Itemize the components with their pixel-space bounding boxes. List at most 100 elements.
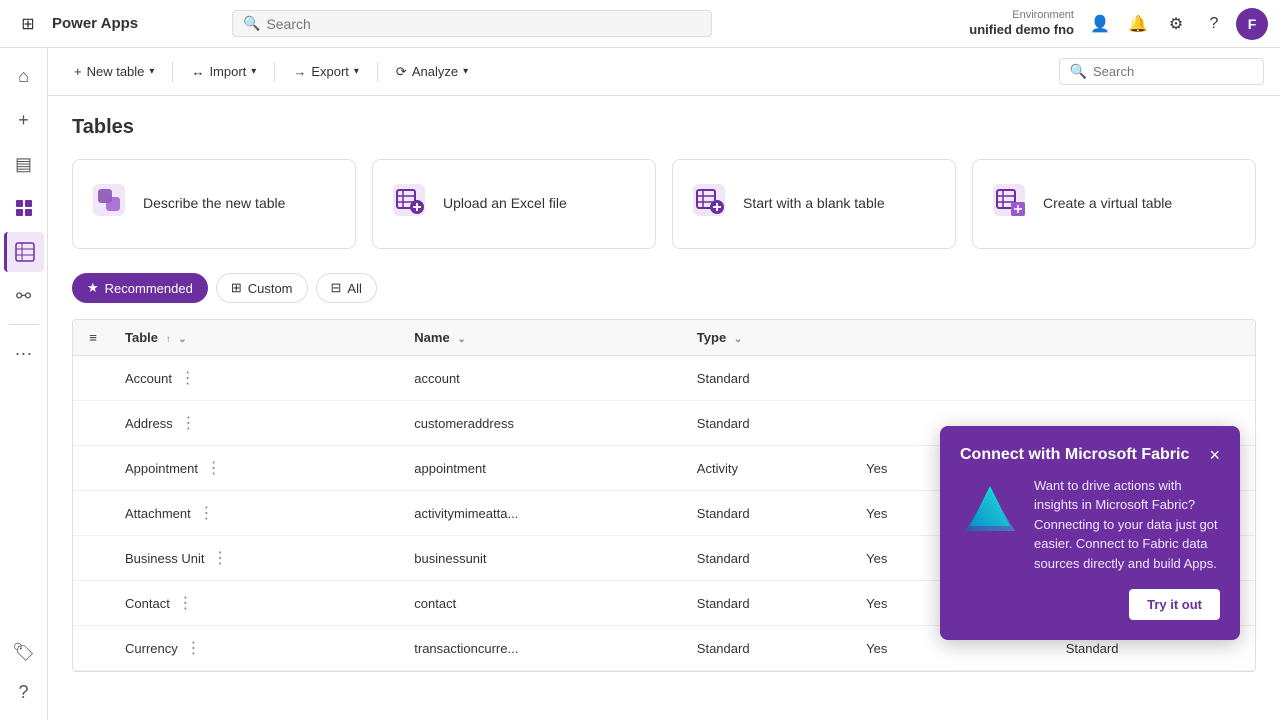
row-table-name: Account ⋮ [113, 356, 402, 401]
new-table-chevron: ▾ [149, 66, 154, 77]
import-icon: ↔ [191, 64, 204, 79]
settings-icon[interactable]: ⚙ [1160, 8, 1192, 40]
export-icon: → [293, 64, 306, 79]
plus-icon: + [74, 64, 82, 79]
sidebar-bottom: 🏷 ? [4, 632, 44, 712]
sidebar-item-home[interactable]: ⌂ [4, 56, 44, 96]
upload-card-label: Upload an Excel file [443, 194, 567, 214]
row-checkbox [73, 356, 113, 401]
export-chevron: ▾ [354, 66, 359, 77]
th-col6 [1054, 320, 1255, 356]
row-menu-button[interactable]: ⋮ [194, 501, 218, 525]
star-icon: ★ [87, 280, 99, 296]
avatar[interactable]: F [1236, 8, 1268, 40]
fabric-description: Want to drive actions with insights in M… [1034, 476, 1220, 574]
sort-toggle-icon[interactable]: ⌄ [178, 334, 186, 345]
row-table-name: Contact ⋮ [113, 581, 402, 626]
toolbar-separator-2 [274, 62, 275, 82]
describe-card-icon [89, 180, 129, 228]
sidebar-item-help[interactable]: ? [4, 672, 44, 712]
environment-label: Environment [969, 8, 1074, 22]
describe-card-label: Describe the new table [143, 194, 285, 214]
fabric-popup-header: Connect with Microsoft Fabric × [960, 446, 1220, 464]
card-describe[interactable]: Describe the new table [72, 159, 356, 249]
card-upload[interactable]: Upload an Excel file [372, 159, 656, 249]
brand-name: Power Apps [52, 15, 138, 32]
row-type: Standard [685, 491, 854, 536]
row-checkbox [73, 626, 113, 671]
cards-grid: Describe the new table Uplo [72, 159, 1256, 249]
row-type: Activity [685, 446, 854, 491]
topbar: ⊞ Power Apps 🔍 Environment unified demo … [0, 0, 1280, 48]
import-chevron: ▾ [251, 66, 256, 77]
global-search-input[interactable] [266, 16, 701, 32]
row-col4 [854, 401, 954, 446]
row-menu-button[interactable]: ⋮ [176, 366, 200, 390]
sidebar-item-apps[interactable]: ▤ [4, 144, 44, 184]
analyze-button[interactable]: ⟳ Analyze ▾ [386, 58, 478, 86]
row-name: businessunit [402, 536, 685, 581]
row-menu-button[interactable]: ⋮ [208, 546, 232, 570]
th-name[interactable]: Name ⌄ [402, 320, 685, 356]
filter-tab-custom[interactable]: ⊞ Custom [216, 273, 308, 303]
new-table-button[interactable]: + New table ▾ [64, 58, 164, 85]
row-type: Standard [685, 581, 854, 626]
global-search-box[interactable]: 🔍 [232, 10, 712, 37]
new-table-label: New table [87, 64, 145, 79]
search-icon: 🔍 [243, 15, 260, 32]
th-table[interactable]: Table ↑ ⌄ [113, 320, 402, 356]
type-filter-icon[interactable]: ⌄ [734, 334, 742, 345]
row-col4: Yes [854, 491, 954, 536]
table-search-input[interactable] [1093, 64, 1253, 79]
fabric-close-button[interactable]: × [1209, 446, 1220, 464]
bell-icon[interactable]: 🔔 [1122, 8, 1154, 40]
person-icon[interactable]: 👤 [1084, 8, 1116, 40]
filter-tab-all[interactable]: ⊟ All [316, 273, 377, 303]
row-checkbox [73, 446, 113, 491]
sidebar-item-tag[interactable]: 🏷 [4, 632, 44, 672]
row-col4: Yes [854, 626, 954, 671]
row-menu-button[interactable]: ⋮ [173, 591, 197, 615]
row-menu-button[interactable]: ⋮ [181, 636, 205, 660]
row-menu-button[interactable]: ⋮ [202, 456, 226, 480]
virtual-card-label: Create a virtual table [1043, 194, 1172, 214]
filter-tab-recommended[interactable]: ★ Recommended [72, 273, 208, 303]
sidebar: ⌂ + ▤ ⚯ ··· 🏷 ? [0, 48, 48, 720]
card-blank[interactable]: Start with a blank table [672, 159, 956, 249]
apps-grid-icon[interactable]: ⊞ [12, 8, 44, 40]
row-checkbox [73, 536, 113, 581]
table-search-box[interactable]: 🔍 [1059, 58, 1264, 85]
row-col5 [954, 356, 1054, 401]
name-filter-icon[interactable]: ⌄ [457, 334, 465, 345]
row-name: contact [402, 581, 685, 626]
card-virtual[interactable]: Create a virtual table [972, 159, 1256, 249]
sidebar-item-connections[interactable]: ⚯ [4, 276, 44, 316]
sort-asc-icon: ↑ [166, 334, 171, 345]
blank-card-icon [689, 180, 729, 228]
export-button[interactable]: → Export ▾ [283, 58, 369, 85]
upload-card-icon [389, 180, 429, 228]
environment-name: unified demo fno [969, 22, 1074, 39]
toolbar-search-icon: 🔍 [1070, 63, 1087, 80]
virtual-card-icon [989, 180, 1029, 228]
row-name: transactioncurre... [402, 626, 685, 671]
sidebar-item-create[interactable]: + [4, 100, 44, 140]
topbar-left: ⊞ Power Apps [0, 8, 220, 40]
th-col4 [854, 320, 954, 356]
fabric-try-button[interactable]: Try it out [1129, 589, 1220, 620]
th-type[interactable]: Type ⌄ [685, 320, 854, 356]
row-table-name: Attachment ⋮ [113, 491, 402, 536]
row-col4: Yes [854, 446, 954, 491]
filter-tabs: ★ Recommended ⊞ Custom ⊟ All [72, 273, 1256, 303]
row-menu-button[interactable]: ⋮ [176, 411, 200, 435]
sidebar-item-more[interactable]: ··· [4, 333, 44, 373]
sidebar-item-active[interactable] [4, 232, 44, 272]
help-icon[interactable]: ? [1198, 8, 1230, 40]
row-table-name: Appointment ⋮ [113, 446, 402, 491]
row-table-name: Address ⋮ [113, 401, 402, 446]
row-type: Standard [685, 401, 854, 446]
sidebar-item-data-tables[interactable] [4, 188, 44, 228]
import-button[interactable]: ↔ Import ▾ [181, 58, 266, 85]
toolbar-separator-1 [172, 62, 173, 82]
row-type: Standard [685, 536, 854, 581]
